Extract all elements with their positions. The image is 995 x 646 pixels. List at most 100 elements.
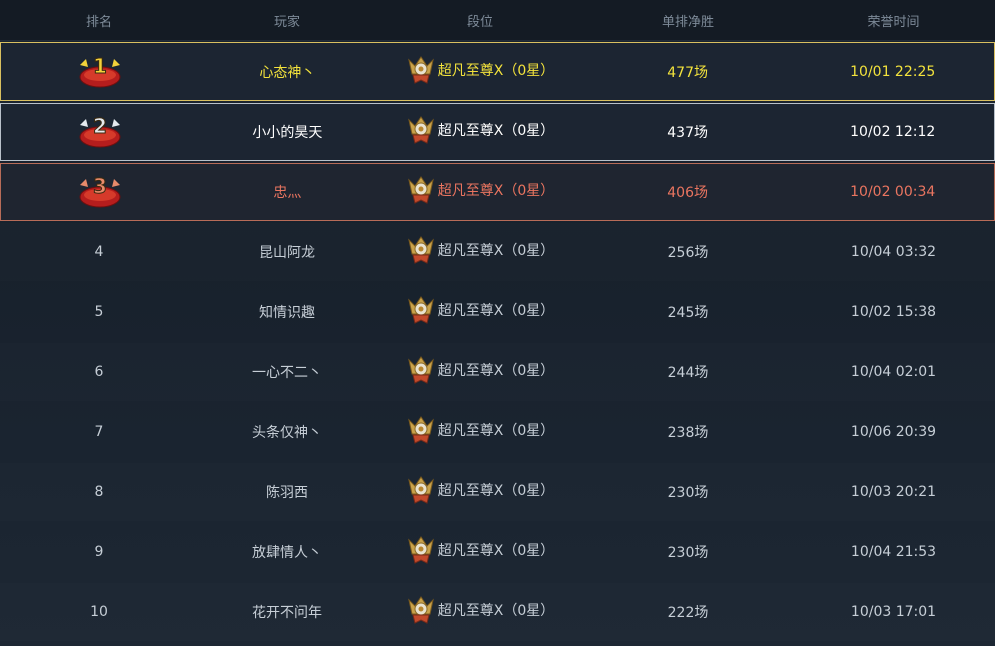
tier-cell: 超凡至尊Ⅹ（0星） <box>376 114 584 150</box>
rank-number: 9 <box>0 544 198 560</box>
player-name[interactable]: 一心不二丶 <box>198 362 376 382</box>
rank-number-label: 10 <box>90 604 108 620</box>
tier-cell: 超凡至尊Ⅹ（0星） <box>376 54 584 90</box>
honor-time: 10/06 20:39 <box>850 424 937 440</box>
tier-emblem-icon <box>406 354 436 386</box>
leaderboard: 排名 玩家 段位 单排净胜 荣誉时间 1 心态神丶 超凡至尊Ⅹ（0星） 477场 10/… <box>0 0 995 646</box>
tier-label: 超凡至尊Ⅹ（0星） <box>437 303 555 319</box>
table-row[interactable]: 9 放肆情人丶 超凡至尊Ⅹ（0星） 230场 10/04 21:53 <box>0 523 995 581</box>
rank-number: 5 <box>0 304 198 320</box>
header-time[interactable]: 荣誉时间 <box>792 11 995 30</box>
net-wins: 256场 <box>667 245 709 261</box>
honor-time: 10/04 02:01 <box>850 364 937 380</box>
table-body: 1 心态神丶 超凡至尊Ⅹ（0星） 477场 10/01 22:25 2 小小的昊天 超凡至尊Ⅹ… <box>0 42 995 641</box>
tier-emblem-icon <box>406 294 436 326</box>
rank-medal: 1 <box>1 51 199 93</box>
player-name[interactable]: 昆山阿龙 <box>198 242 376 262</box>
tier-cell: 超凡至尊Ⅹ（0星） <box>376 294 584 330</box>
table-row[interactable]: 5 知情识趣 超凡至尊Ⅹ（0星） 245场 10/02 15:38 <box>0 283 995 341</box>
player-name[interactable]: 放肆情人丶 <box>198 542 376 562</box>
tier-emblem-icon <box>406 594 436 626</box>
tier-cell: 超凡至尊Ⅹ（0星） <box>376 174 584 210</box>
tier-label: 超凡至尊Ⅹ（0星） <box>437 123 555 139</box>
rank-number-label: 5 <box>94 304 104 320</box>
net-wins: 230场 <box>667 485 709 501</box>
tier-label: 超凡至尊Ⅹ（0星） <box>437 183 555 199</box>
tier-label: 超凡至尊Ⅹ（0星） <box>437 363 555 379</box>
honor-time: 10/03 17:01 <box>850 604 937 620</box>
net-wins: 230场 <box>667 545 709 561</box>
honor-time: 10/04 21:53 <box>850 544 937 560</box>
net-wins: 477场 <box>667 64 708 81</box>
table-row[interactable]: 2 小小的昊天 超凡至尊Ⅹ（0星） 437场 10/02 12:12 <box>0 103 995 161</box>
net-wins: 244场 <box>667 365 709 381</box>
tier-label: 超凡至尊Ⅹ（0星） <box>437 543 555 559</box>
player-name[interactable]: 知情识趣 <box>198 302 376 322</box>
rank-number: 10 <box>0 604 198 620</box>
tier-cell: 超凡至尊Ⅹ（0星） <box>376 414 584 450</box>
rank-number-label: 6 <box>94 364 104 380</box>
tier-emblem-icon <box>406 114 436 146</box>
rank-number-label: 9 <box>94 544 104 560</box>
tier-label: 超凡至尊Ⅹ（0星） <box>437 243 555 259</box>
tier-emblem-icon <box>406 174 436 206</box>
rank-number: 7 <box>0 424 198 440</box>
rank-number: 8 <box>0 484 198 500</box>
table-row[interactable]: 3 忠灬 超凡至尊Ⅹ（0星） 406场 10/02 00:34 <box>0 163 995 221</box>
svg-text:1: 1 <box>93 54 107 78</box>
table-row[interactable]: 7 头条仅神丶 超凡至尊Ⅹ（0星） 238场 10/06 20:39 <box>0 403 995 461</box>
rank-number-label: 4 <box>94 244 104 260</box>
tier-cell: 超凡至尊Ⅹ（0星） <box>376 594 584 630</box>
rank-number: 4 <box>0 244 198 260</box>
table-row[interactable]: 1 心态神丶 超凡至尊Ⅹ（0星） 477场 10/01 22:25 <box>0 42 995 101</box>
table-header: 排名 玩家 段位 单排净胜 荣誉时间 <box>0 0 995 41</box>
svg-text:3: 3 <box>93 174 107 198</box>
tier-cell: 超凡至尊Ⅹ（0星） <box>376 354 584 390</box>
net-wins: 238场 <box>667 425 709 441</box>
tier-cell: 超凡至尊Ⅹ（0星） <box>376 474 584 510</box>
rank-number-label: 7 <box>94 424 104 440</box>
table-row[interactable]: 4 昆山阿龙 超凡至尊Ⅹ（0星） 256场 10/04 03:32 <box>0 223 995 281</box>
tier-cell: 超凡至尊Ⅹ（0星） <box>376 534 584 570</box>
player-name[interactable]: 花开不问年 <box>198 602 376 622</box>
rank-number-label: 8 <box>94 484 104 500</box>
tier-label: 超凡至尊Ⅹ（0星） <box>437 423 555 439</box>
player-name[interactable]: 小小的昊天 <box>199 122 377 142</box>
honor-time: 10/01 22:25 <box>850 63 936 80</box>
table-row[interactable]: 10 花开不问年 超凡至尊Ⅹ（0星） 222场 10/03 17:01 <box>0 583 995 641</box>
honor-time: 10/02 15:38 <box>850 304 937 320</box>
svg-text:2: 2 <box>93 114 107 138</box>
header-wins[interactable]: 单排净胜 <box>584 11 792 30</box>
net-wins: 406场 <box>667 185 708 201</box>
net-wins: 222场 <box>667 605 709 621</box>
honor-time: 10/02 12:12 <box>850 124 936 140</box>
rank-medal: 2 <box>1 111 199 153</box>
net-wins: 437场 <box>667 125 708 141</box>
player-name[interactable]: 头条仅神丶 <box>198 422 376 442</box>
table-row[interactable]: 8 陈羽西 超凡至尊Ⅹ（0星） 230场 10/03 20:21 <box>0 463 995 521</box>
honor-time: 10/04 03:32 <box>850 244 937 260</box>
tier-emblem-icon <box>406 414 436 446</box>
rank-medal: 3 <box>1 171 199 213</box>
tier-emblem-icon <box>406 534 436 566</box>
player-name[interactable]: 陈羽西 <box>198 482 376 502</box>
honor-time: 10/03 20:21 <box>850 484 937 500</box>
honor-time: 10/02 00:34 <box>850 184 936 200</box>
header-tier[interactable]: 段位 <box>376 11 584 30</box>
rank-number: 6 <box>0 364 198 380</box>
tier-label: 超凡至尊Ⅹ（0星） <box>437 62 555 79</box>
tier-emblem-icon <box>406 54 436 86</box>
tier-cell: 超凡至尊Ⅹ（0星） <box>376 234 584 270</box>
bronze-medal-icon: 3 <box>74 171 126 209</box>
silver-medal-icon: 2 <box>74 111 126 149</box>
gold-medal-icon: 1 <box>74 51 126 89</box>
player-name[interactable]: 心态神丶 <box>199 62 377 82</box>
tier-label: 超凡至尊Ⅹ（0星） <box>437 483 555 499</box>
header-player[interactable]: 玩家 <box>198 11 376 30</box>
tier-label: 超凡至尊Ⅹ（0星） <box>437 603 555 619</box>
table-row[interactable]: 6 一心不二丶 超凡至尊Ⅹ（0星） 244场 10/04 02:01 <box>0 343 995 401</box>
tier-emblem-icon <box>406 474 436 506</box>
player-name[interactable]: 忠灬 <box>199 182 377 202</box>
net-wins: 245场 <box>667 305 709 321</box>
header-rank[interactable]: 排名 <box>0 11 198 30</box>
